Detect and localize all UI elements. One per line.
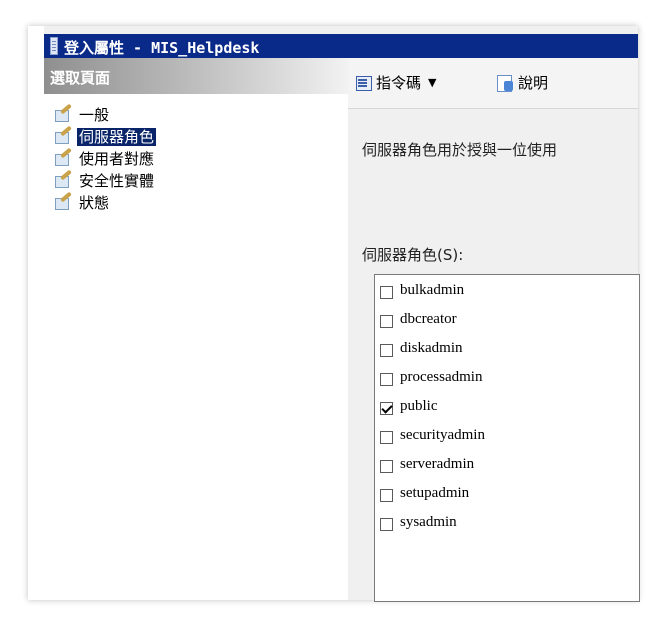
role-name: dbcreator	[400, 310, 457, 327]
page-item-label: 一般	[79, 106, 110, 124]
role-item-processadmin[interactable]: processadmin	[380, 367, 482, 387]
server-roles-description: 伺服器角色用於授與一位使用	[362, 141, 558, 159]
role-checkbox[interactable]	[380, 285, 393, 299]
role-name: bulkadmin	[400, 281, 465, 298]
help-icon	[496, 74, 514, 92]
property-page-icon	[54, 103, 73, 124]
page-item-label: 安全性實體	[79, 172, 155, 190]
server-roles-list[interactable]: bulkadmin dbcreator diskadmin processadm…	[374, 274, 640, 602]
property-page-icon	[54, 191, 73, 212]
role-name: securityadmin	[400, 426, 485, 443]
property-page-icon	[54, 125, 73, 146]
page-item-label: 狀態	[79, 194, 110, 212]
server-roles-label: 伺服器角色(S):	[362, 246, 464, 264]
role-checkbox[interactable]	[380, 517, 393, 531]
toolbar: 指令碼 ▼ 說明	[348, 58, 638, 109]
role-item-serveradmin[interactable]: serveradmin	[380, 454, 474, 474]
role-checkbox[interactable]	[380, 314, 393, 328]
role-name: processadmin	[400, 368, 483, 385]
role-name: public	[400, 397, 438, 414]
role-checkbox[interactable]	[380, 372, 393, 386]
role-name: diskadmin	[400, 339, 463, 356]
help-button[interactable]: 說明	[496, 72, 548, 93]
background-window-sliver: r é	[28, 26, 65, 600]
role-name: setupadmin	[400, 484, 470, 501]
role-item-sysadmin[interactable]: sysadmin	[380, 512, 457, 532]
role-name: serveradmin	[400, 455, 475, 472]
select-page-title: 選取頁面	[50, 69, 111, 87]
role-checkbox[interactable]	[380, 401, 393, 415]
role-checkbox[interactable]	[380, 488, 393, 502]
chevron-down-icon[interactable]: ▼	[428, 76, 436, 89]
property-page-icon	[54, 147, 73, 168]
page-item-general[interactable]: 一般	[54, 103, 156, 126]
select-page-pane: 選取頁面 一般 伺服器角色 使用者對應 安全性實體 狀態	[44, 58, 349, 600]
page-item-status[interactable]: 狀態	[54, 191, 156, 214]
page-item-securables[interactable]: 安全性實體	[54, 169, 156, 192]
page-content-pane: 指令碼 ▼ 說明 伺服器角色用於授與一位使用 伺服器角色(S): bulkadm…	[348, 58, 640, 602]
script-icon	[354, 74, 372, 92]
role-checkbox[interactable]	[380, 343, 393, 357]
window-icon	[50, 37, 58, 55]
page-item-label: 伺服器角色	[75, 127, 158, 147]
role-item-setupadmin[interactable]: setupadmin	[380, 483, 469, 503]
page-item-server-roles[interactable]: 伺服器角色	[54, 125, 158, 148]
page-item-label: 使用者對應	[79, 150, 155, 168]
role-item-diskadmin[interactable]: diskadmin	[380, 338, 463, 358]
title-bar[interactable]: 登入屬性 - MIS_Helpdesk	[44, 34, 638, 58]
window-title: 登入屬性 - MIS_Helpdesk	[64, 39, 260, 57]
page-item-user-mapping[interactable]: 使用者對應	[54, 147, 156, 170]
role-name: sysadmin	[400, 513, 457, 530]
role-checkbox[interactable]	[380, 459, 393, 473]
page-list: 一般 伺服器角色 使用者對應 安全性實體 狀態	[54, 103, 158, 214]
script-label: 指令碼	[376, 74, 422, 92]
property-page-icon	[54, 169, 73, 190]
select-page-header: 選取頁面	[44, 58, 348, 94]
role-item-dbcreator[interactable]: dbcreator	[380, 309, 457, 329]
role-item-public[interactable]: public	[380, 396, 438, 416]
role-checkbox[interactable]	[380, 430, 393, 444]
help-label: 說明	[518, 74, 549, 92]
role-item-securityadmin[interactable]: securityadmin	[380, 425, 485, 445]
script-button[interactable]: 指令碼 ▼	[354, 72, 436, 93]
role-item-bulkadmin[interactable]: bulkadmin	[380, 280, 464, 300]
